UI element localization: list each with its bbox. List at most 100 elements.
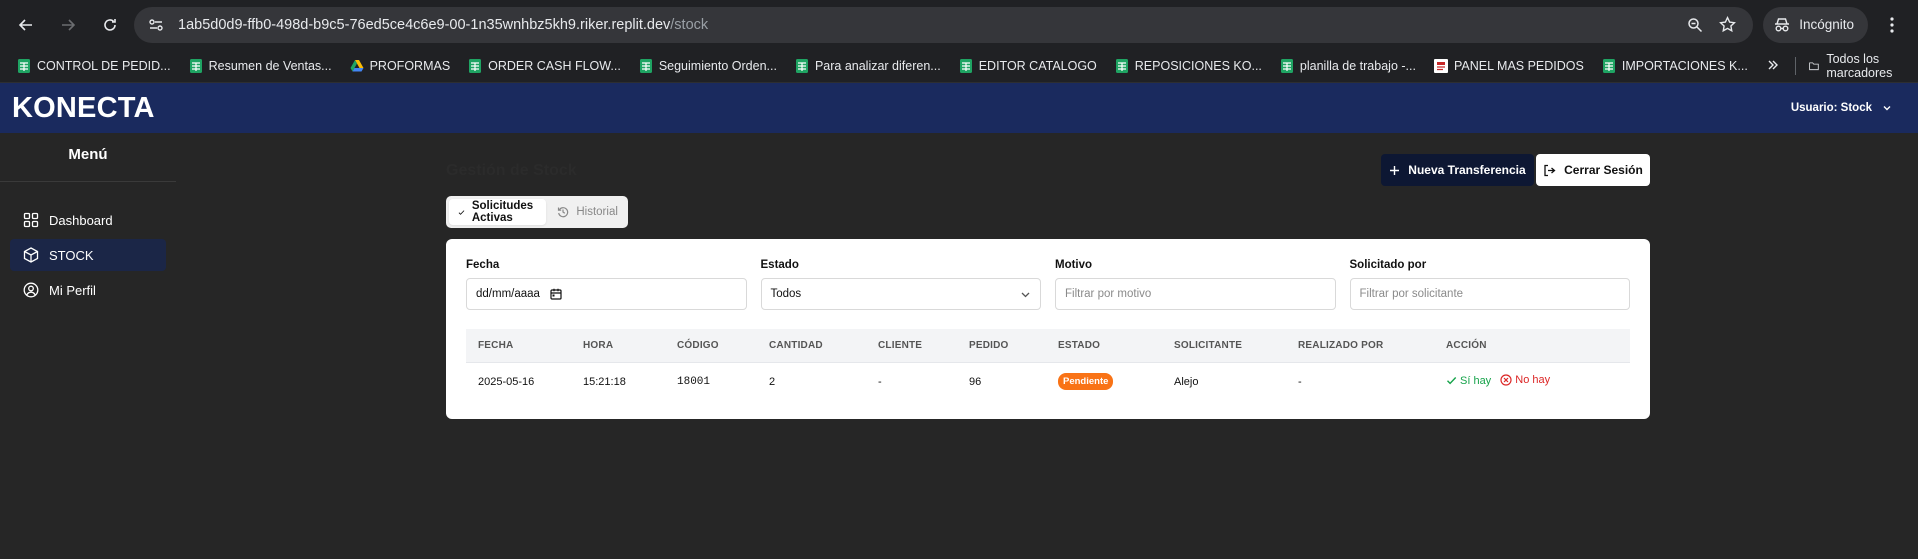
main-content: Gestión de Stock Nueva Transferencia Cer… [176,133,1918,559]
sheets-icon [959,58,972,73]
brand-logo[interactable]: KONECTA [12,92,155,125]
forward-arrow-icon [62,18,76,31]
site-info-icon[interactable] [142,11,170,39]
sheets-icon [1115,58,1128,73]
sidebar-item-label: STOCK [49,247,94,263]
sheets-icon [1602,58,1615,73]
tab-label: Solicitudes Activas [471,200,534,224]
no-hay-label: No hay [1515,374,1551,386]
table-header: FECHA HORA CÓDIGO CANTIDAD CLIENTE PEDID… [466,329,1630,363]
column-header: ACCIÓN [1446,340,1487,351]
sidebar-item-stock[interactable]: STOCK [10,239,166,271]
column-header: REALIZADO POR [1298,340,1384,351]
si-hay-button[interactable]: Sí hay [1446,375,1491,387]
browser-menu-button[interactable] [1874,7,1910,43]
sidebar-title: Menú [0,133,176,182]
address-bar[interactable]: 1ab5d0d9-ffb0-498d-b9c5-76ed5ce4c6e9-00-… [134,6,1754,43]
page-title: Gestión de Stock [446,162,577,179]
app-header: KONECTA Usuario: Stock [0,83,1918,133]
cell-accion: Sí hay No hay [1446,374,1630,389]
filter-fecha: Fecha dd/mm/aaaa [466,259,747,310]
sheets-icon [18,58,30,73]
table-row: 2025-05-16 15:21:18 18001 2 - 96 Pendien… [466,363,1630,400]
bookmark-star-icon[interactable] [1711,9,1743,41]
tabs: Solicitudes Activas Historial [446,196,628,228]
reload-button[interactable] [92,7,128,43]
zoom-icon[interactable] [1679,9,1711,41]
check-icon [458,209,465,215]
estado-select[interactable]: Todos [760,278,1041,310]
box-icon [23,247,39,263]
sidebar-item-profile[interactable]: Mi Perfil [10,274,166,306]
incognito-label: Incógnito [1799,17,1854,32]
filter-label: Estado [760,259,799,271]
bookmark-item[interactable]: IMPORTACIONES K... [1593,52,1757,80]
incognito-icon [1775,17,1790,31]
tab-history[interactable]: Historial [548,199,627,225]
bookmark-label: Resumen de Ventas... [208,58,332,73]
cell-realizado-por: - [1298,375,1302,388]
bookmark-label: CONTROL DE PEDID... [37,58,171,73]
bookmark-label: IMPORTACIONES K... [1621,58,1748,73]
column-header: CÓDIGO [677,340,719,351]
plus-icon [1390,165,1400,175]
filter-estado: Estado Todos [760,259,1041,310]
cell-hora: 15:21:18 [583,375,626,388]
logout-label: Cerrar Sesión [1564,163,1643,177]
bookmark-item[interactable]: REPOSICIONES KO... [1106,52,1271,80]
bookmark-item[interactable]: Resumen de Ventas... [180,52,341,80]
sidebar-item-label: Mi Perfil [49,282,96,298]
cell-codigo: 18001 [677,375,711,388]
incognito-indicator[interactable]: Incógnito [1763,6,1868,43]
user-menu[interactable]: Usuario: Stock [1791,102,1892,114]
column-header: HORA [583,340,614,351]
cell-cantidad: 2 [769,375,776,388]
tab-label: Historial [576,206,618,218]
new-transfer-button[interactable]: Nueva Transferencia [1381,154,1534,186]
forward-button[interactable] [50,7,86,43]
check-icon [1447,377,1457,385]
column-header: ESTADO [1058,340,1101,351]
bookmark-item[interactable]: CONTROL DE PEDID... [8,52,180,80]
more-bookmarks-button[interactable] [1757,58,1789,74]
back-arrow-icon [18,18,32,31]
user-circle-icon [23,282,39,298]
bookmark-item[interactable]: PANEL MAS PEDIDOS [1425,52,1593,80]
tab-active-requests[interactable]: Solicitudes Activas [449,199,547,225]
bookmark-label: PROFORMAS [369,58,451,73]
folder-icon [1809,62,1820,70]
bookmark-label: PANEL MAS PEDIDOS [1453,58,1584,73]
bookmark-item[interactable]: PROFORMAS [341,52,460,80]
bookmark-item[interactable]: Seguimiento Orden... [630,52,786,80]
requests-card: Fecha dd/mm/aaaa Estado Todos Motivo Fil [446,239,1650,419]
all-bookmarks-button[interactable]: Todos los marcadores [1801,52,1910,80]
back-button[interactable] [8,7,44,43]
bookmark-item[interactable]: Para analizar diferen... [786,52,950,80]
bookmark-label: ORDER CASH FLOW... [488,58,621,73]
reload-icon [104,18,116,31]
date-input[interactable]: dd/mm/aaaa [466,278,747,310]
filters-row: Fecha dd/mm/aaaa Estado Todos Motivo Fil [466,259,1630,310]
status-badge: Pendiente [1058,373,1114,390]
app-icon [1433,58,1448,73]
double-chevron-right-icon [1768,60,1778,69]
bookmark-label: Seguimiento Orden... [658,58,777,73]
all-bookmarks-label: Todos los marcadores [1826,51,1893,80]
bookmark-label: Para analizar diferen... [814,58,941,73]
sidebar-item-label: Dashboard [49,212,113,228]
solicitado-input[interactable]: Filtrar por solicitante [1349,278,1630,310]
bookmark-item[interactable]: planilla de trabajo -... [1271,52,1425,80]
no-hay-button[interactable]: No hay [1500,374,1550,386]
date-input-value: dd/mm/aaaa [476,288,540,300]
sidebar: Menú Dashboard STOCK Mi Perfil [0,133,176,559]
url-path: /stock [670,16,709,33]
bookmark-item[interactable]: ORDER CASH FLOW... [459,52,630,80]
requests-table: FECHA HORA CÓDIGO CANTIDAD CLIENTE PEDID… [466,329,1630,400]
logout-button[interactable]: Cerrar Sesión [1536,154,1650,186]
user-label: Usuario: Stock [1790,102,1872,114]
motivo-input[interactable]: Filtrar por motivo [1055,278,1336,310]
bookmark-item[interactable]: EDITOR CATALOGO [950,52,1106,80]
bookmark-label: planilla de trabajo -... [1299,58,1416,73]
sidebar-item-dashboard[interactable]: Dashboard [10,204,166,236]
calendar-icon[interactable] [550,288,562,300]
